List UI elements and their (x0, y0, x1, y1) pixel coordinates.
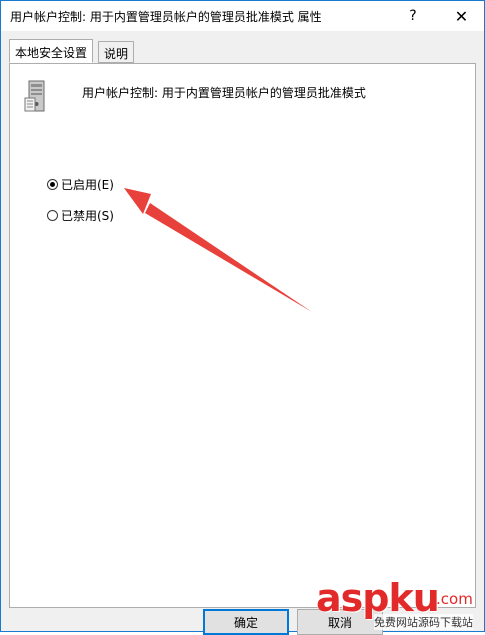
properties-dialog: 用户帐户控制: 用于内置管理员帐户的管理员批准模式 属性 ? ✕ 本地安全设置 … (0, 0, 485, 635)
close-button[interactable]: ✕ (439, 1, 484, 31)
radio-enabled-label: 已启用(E) (61, 178, 114, 192)
tab-explain[interactable]: 说明 (98, 41, 135, 63)
title-bar: 用户帐户控制: 用于内置管理员帐户的管理员批准模式 属性 ? ✕ (1, 1, 484, 31)
radio-enabled[interactable]: 已启用(E) (47, 176, 114, 193)
tab-local-security-setting[interactable]: 本地安全设置 (9, 39, 94, 63)
server-policy-icon (24, 80, 45, 112)
site-watermark: aspku .com 免费网站源码下载站 (316, 576, 485, 632)
radio-disabled-label: 已禁用(S) (61, 209, 114, 223)
policy-title: 用户帐户控制: 用于内置管理员帐户的管理员批准模式 (82, 86, 366, 100)
help-button[interactable]: ? (396, 1, 430, 31)
watermark-suffix: .com (436, 590, 473, 608)
radio-enabled-indicator[interactable] (47, 179, 58, 190)
radio-disabled[interactable]: 已禁用(S) (47, 207, 114, 224)
radio-disabled-indicator[interactable] (47, 210, 58, 221)
window-title: 用户帐户控制: 用于内置管理员帐户的管理员批准模式 属性 (10, 10, 322, 24)
ok-button[interactable]: 确定 (203, 609, 289, 635)
tab-panel: 用户帐户控制: 用于内置管理员帐户的管理员批准模式 已启用(E) 已禁用(S) (9, 63, 476, 608)
watermark-tagline: 免费网站源码下载站 (374, 614, 473, 630)
